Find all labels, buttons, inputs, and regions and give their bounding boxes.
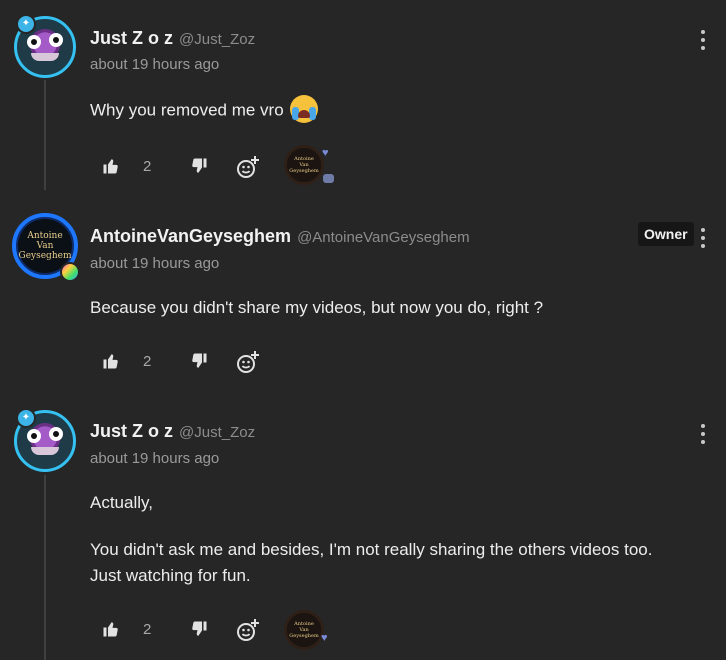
thumbs-down-icon[interactable] <box>190 620 208 638</box>
avatar-badge-icon: ✦ <box>16 408 36 428</box>
reaction-user-avatar[interactable]: Antoine Van Geyseghem <box>284 145 324 185</box>
like-count: 2 <box>143 158 152 175</box>
comment-body-line: Actually, <box>90 493 153 512</box>
comment-text: Because you didn't share my videos, but … <box>90 298 544 317</box>
user-handle[interactable]: @AntoineVanGeyseghem <box>297 229 470 246</box>
avatar-mouth <box>31 53 59 61</box>
comment-actions: 2 Antoine Van Geyseghem ♥ <box>0 145 726 185</box>
more-options-icon[interactable] <box>700 30 706 50</box>
verified-badge-icon <box>60 262 80 282</box>
username[interactable]: Just Z o z <box>90 421 173 441</box>
like-count: 2 <box>143 353 152 370</box>
avatar-mouth <box>31 447 59 455</box>
username[interactable]: Just Z o z <box>90 28 173 48</box>
comment-body-line: Just watching for fun. <box>90 566 251 585</box>
comment-text: Why you removed me vro <box>90 100 284 120</box>
comment-author[interactable]: Just Z o z @Just_Zoz <box>90 421 255 442</box>
speech-bubble-icon <box>323 174 334 183</box>
comment-body: Because you didn't share my videos, but … <box>90 295 543 321</box>
more-options-icon[interactable] <box>700 228 706 248</box>
comment-timestamp[interactable]: about 19 hours ago <box>90 56 219 73</box>
comment-body-line: You didn't ask me and besides, I'm not r… <box>90 540 653 559</box>
comment-actions: 2 <box>0 350 726 374</box>
avatar-eye <box>27 429 41 443</box>
user-handle[interactable]: @Just_Zoz <box>179 424 255 441</box>
like-count: 2 <box>143 621 152 638</box>
add-reaction-icon[interactable] <box>236 155 260 179</box>
comment-timestamp[interactable]: about 19 hours ago <box>90 255 219 272</box>
heart-icon: ♥ <box>321 632 328 644</box>
thumbs-down-icon[interactable] <box>190 352 208 370</box>
comment-author[interactable]: Just Z o z @Just_Zoz <box>90 28 255 49</box>
comment-body: Why you removed me vro <box>90 95 319 125</box>
comment-actions: 2 Antoine Van Geyseghem ♥ <box>0 610 726 650</box>
username[interactable]: AntoineVanGeyseghem <box>90 226 291 246</box>
owner-badge: Owner <box>638 222 694 246</box>
avatar-eye <box>49 427 63 441</box>
user-handle[interactable]: @Just_Zoz <box>179 31 255 48</box>
avatar-eye <box>49 33 63 47</box>
loudly-crying-face-emoji <box>290 95 319 123</box>
heart-icon: ♥ <box>322 147 329 159</box>
comment-author[interactable]: AntoineVanGeyseghem @AntoineVanGeyseghem <box>90 226 470 247</box>
reaction-user-avatar[interactable]: Antoine Van Geyseghem <box>284 610 324 650</box>
comment-timestamp[interactable]: about 19 hours ago <box>90 450 219 467</box>
more-options-icon[interactable] <box>700 424 706 444</box>
avatar-badge-icon: ✦ <box>16 14 36 34</box>
add-reaction-icon[interactable] <box>236 618 260 642</box>
thumbs-up-icon[interactable] <box>102 620 120 638</box>
add-reaction-icon[interactable] <box>236 350 260 374</box>
thumbs-down-icon[interactable] <box>190 157 208 175</box>
thumbs-up-icon[interactable] <box>102 352 120 370</box>
avatar-eye <box>27 35 41 49</box>
thumbs-up-icon[interactable] <box>102 157 120 175</box>
